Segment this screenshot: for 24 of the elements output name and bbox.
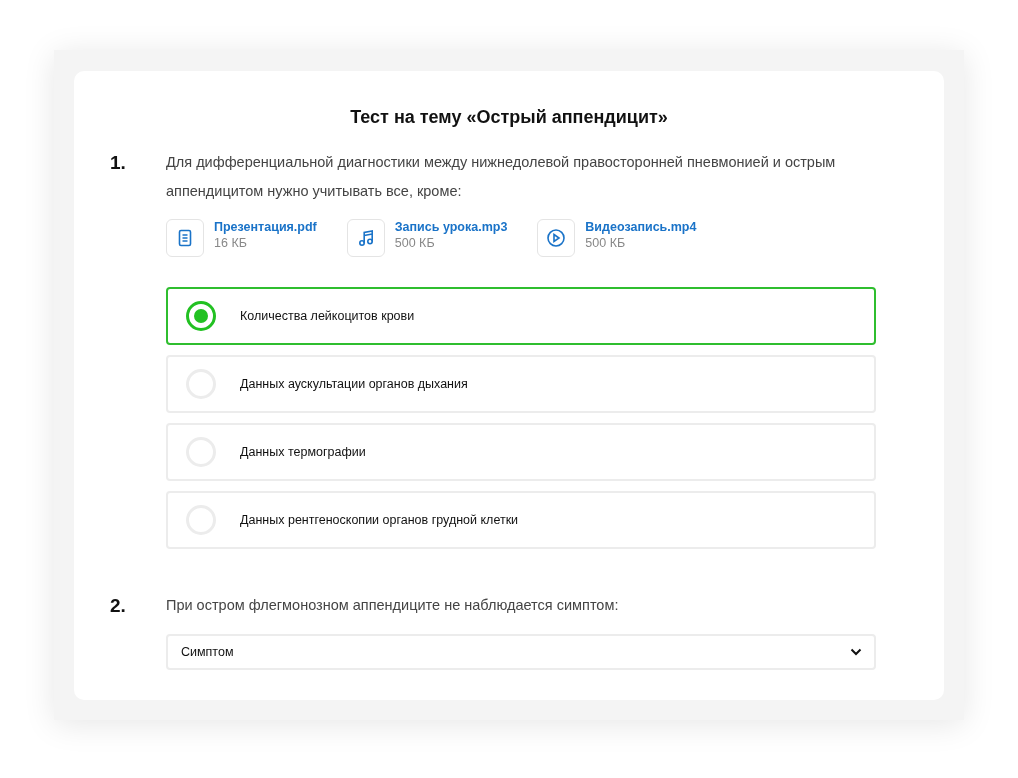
play-icon <box>546 228 567 248</box>
file-icon-tile[interactable] <box>166 219 204 257</box>
question-number: 1. <box>110 151 127 175</box>
test-title: Тест на тему «Острый аппендицит» <box>349 107 669 128</box>
answer-option[interactable]: Данных рентгеноскопии органов грудной клетки <box>166 491 876 549</box>
question-text: Для дифференциальной диагностики между нижнедолевой правосторонней пневмонией и острым аппендицитом нужно учитывать все, кроме: <box>166 153 837 201</box>
question-text: При остром флегмонозном аппендиците не наблюдается симптом: <box>166 596 620 615</box>
file-size: 500 КБ <box>585 236 627 250</box>
file-link[interactable]: Презентация.pdf <box>214 220 317 234</box>
music-note-icon <box>356 229 375 247</box>
answer-option[interactable]: Данных аускультации органов дыхания <box>166 355 876 413</box>
file-size: 500 КБ <box>394 236 436 250</box>
question-number: 2. <box>110 594 127 618</box>
file-size: 16 КБ <box>214 236 248 250</box>
radio-button[interactable] <box>186 301 216 331</box>
answer-option[interactable]: Количества лейкоцитов крови <box>166 287 876 345</box>
document-icon <box>176 229 194 247</box>
file-link[interactable]: Видеозапись.mp4 <box>585 220 697 234</box>
file-icon-tile[interactable] <box>537 219 576 257</box>
file-link[interactable]: Запись урока.mp3 <box>394 220 508 234</box>
chevron-down-icon <box>850 648 862 656</box>
answer-option[interactable]: Данных термографии <box>166 423 876 481</box>
file-icon-tile[interactable] <box>346 219 385 257</box>
dropdown-field[interactable]: Симптом <box>166 634 876 670</box>
